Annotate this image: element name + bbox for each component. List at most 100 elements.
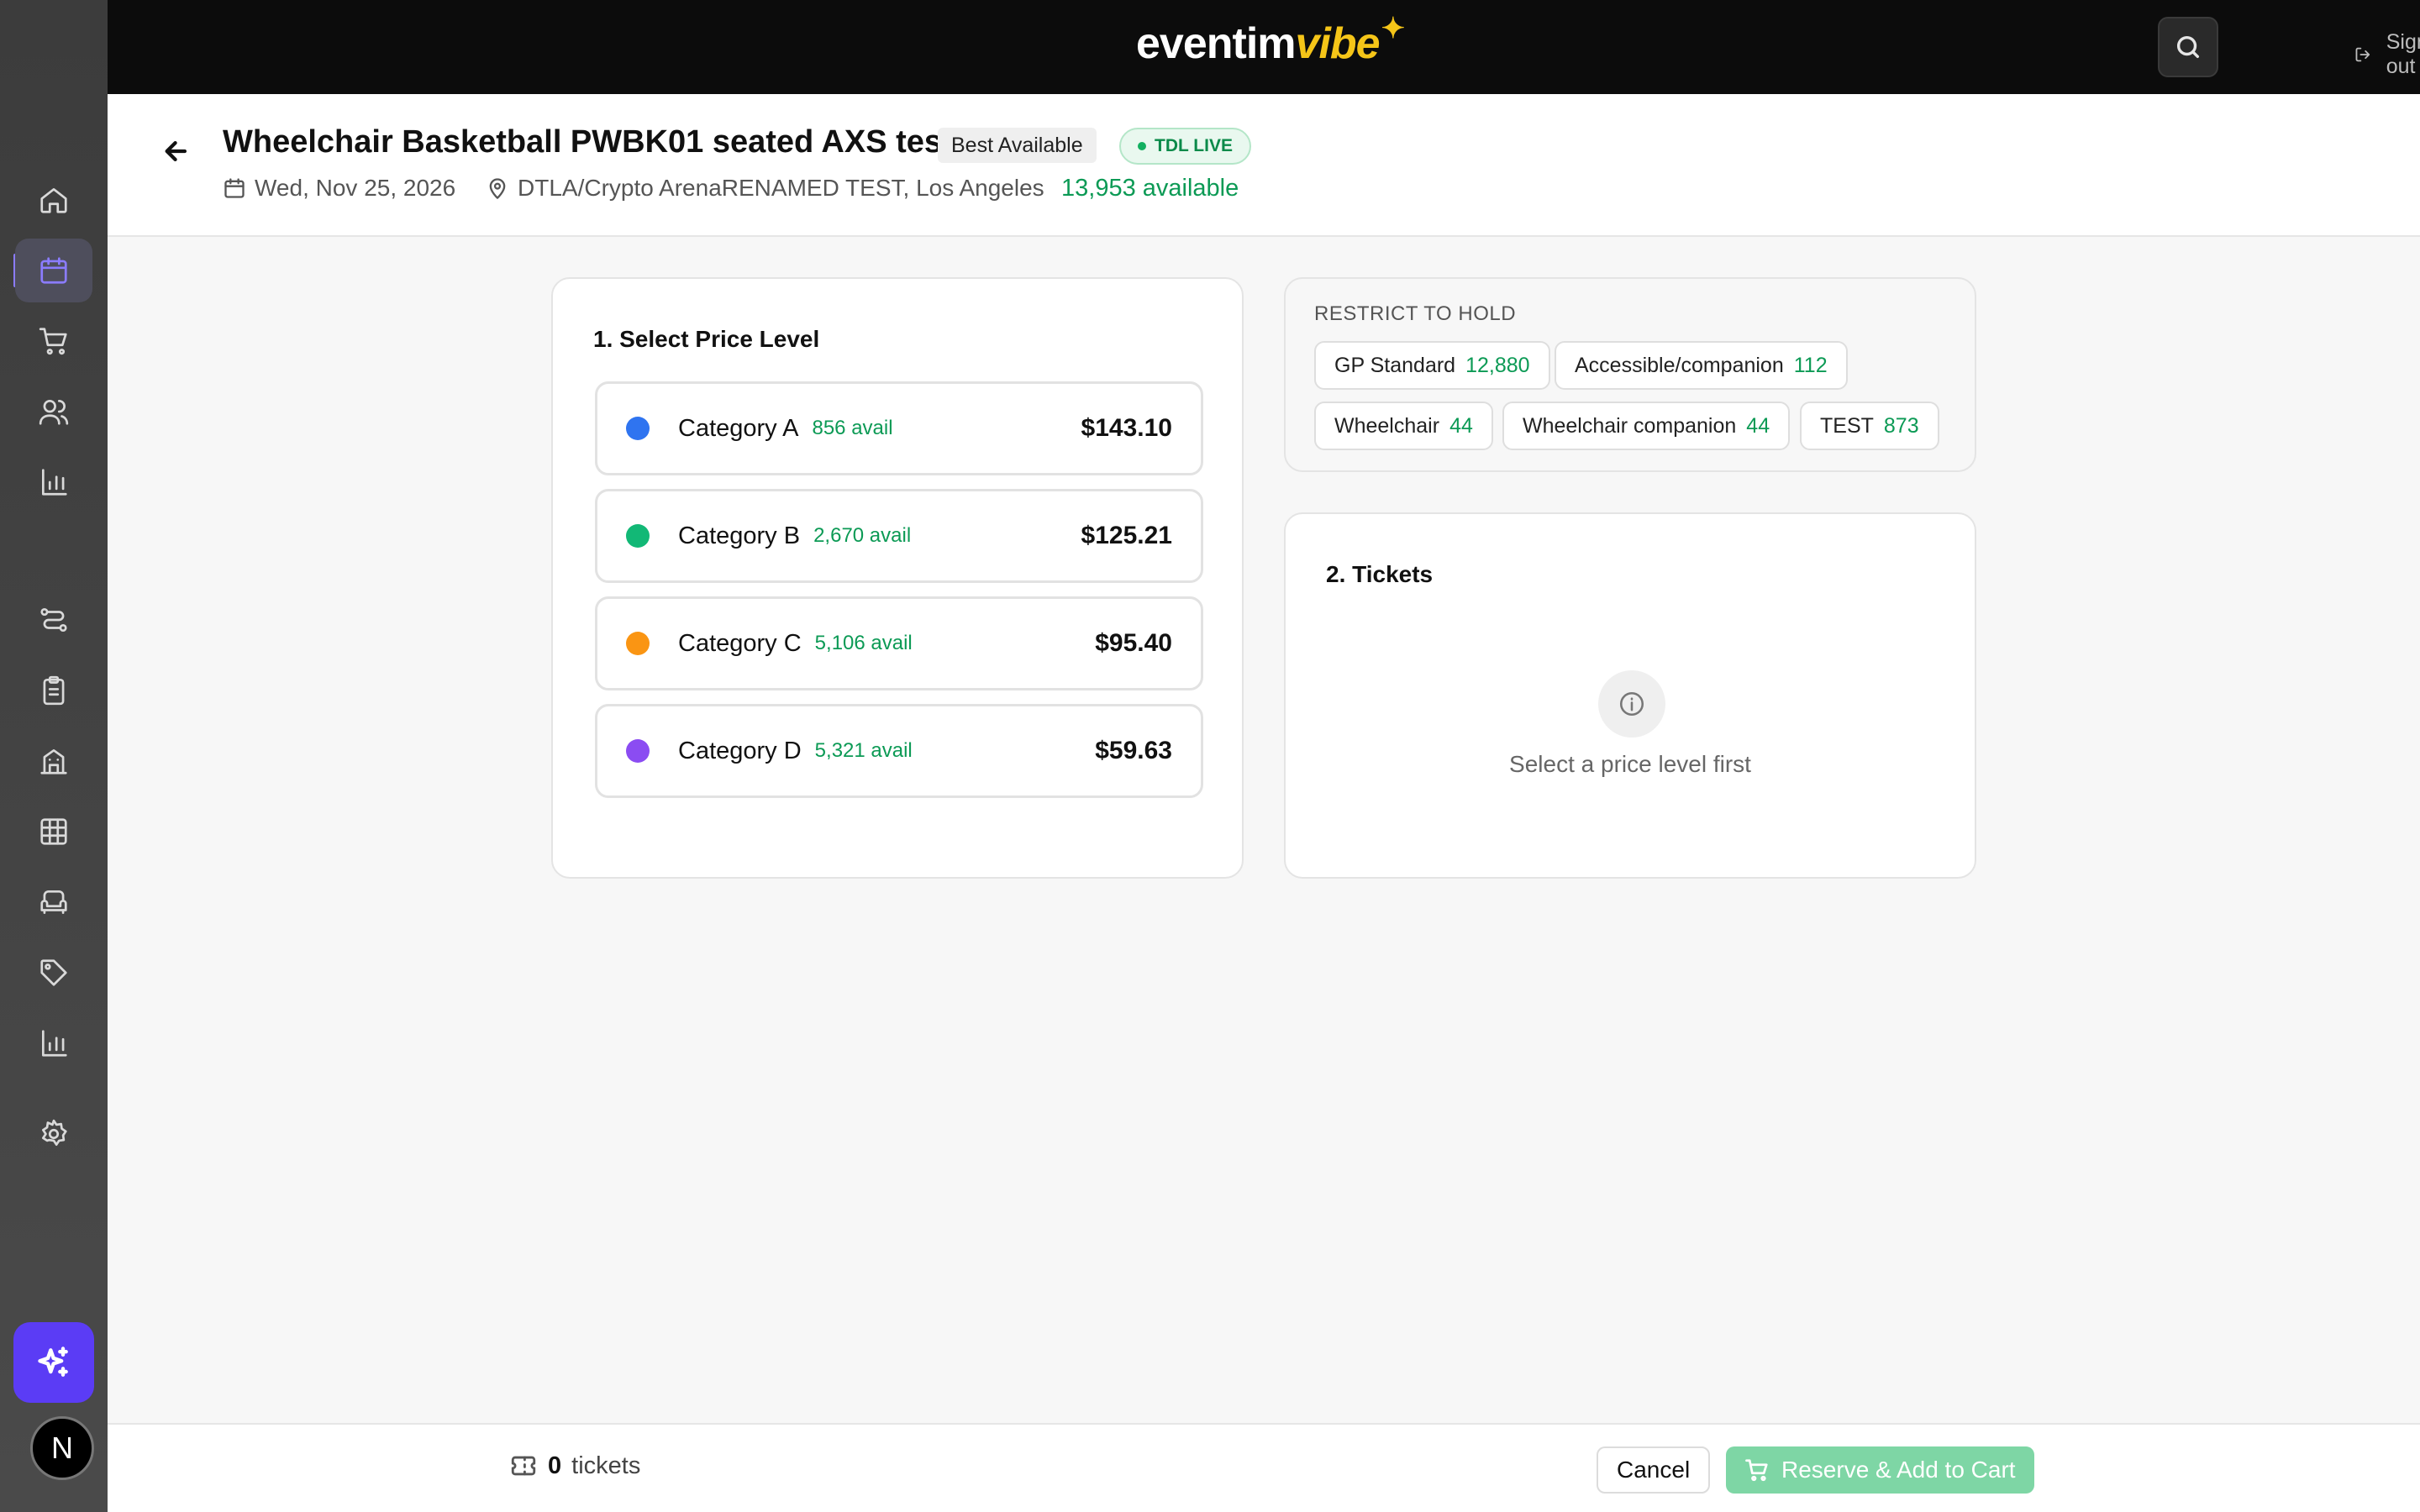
logo-star-icon: ✦	[1381, 13, 1405, 45]
hold-chip[interactable]: TEST 873	[1800, 402, 1939, 450]
tickets-card: 2. Tickets Select a price level first	[1284, 512, 1976, 879]
price-level-title: 1. Select Price Level	[593, 326, 820, 352]
event-venue-text: DTLA/Crypto ArenaRENAMED TEST, Los Angel…	[518, 175, 1044, 201]
category-availability: 856 avail	[812, 417, 893, 439]
hold-chip-count: 44	[1449, 413, 1473, 438]
search-button[interactable]	[2158, 17, 2218, 77]
sidebar-item-venues[interactable]	[15, 729, 92, 793]
status-badge: TDL LIVE	[1119, 128, 1251, 165]
cart-icon	[1745, 1459, 1768, 1482]
reserve-add-to-cart-button[interactable]: Reserve & Add to Cart	[1726, 1446, 2034, 1494]
hold-label: RESTRICT TO HOLD	[1314, 302, 1517, 325]
cancel-button[interactable]: Cancel	[1597, 1446, 1711, 1494]
hold-restriction-card: RESTRICT TO HOLD GP Standard 12,880 Acce…	[1284, 277, 1976, 472]
sparkles-icon	[38, 1347, 68, 1377]
ticket-count-label: tickets	[571, 1452, 641, 1479]
calendar-icon	[40, 257, 67, 284]
home-icon	[40, 187, 67, 213]
sidebar-item-seat-maps[interactable]	[15, 800, 92, 864]
event-venue: DTLA/Crypto ArenaRENAMED TEST, Los Angel…	[486, 175, 1044, 202]
sidebar-item-events[interactable]	[15, 239, 92, 302]
ticket-counter: 0 tickets	[509, 1452, 640, 1480]
event-header: Wheelchair Basketball PWBK01 seated AXS …	[108, 94, 2420, 237]
category-price: $95.40	[1095, 629, 1172, 657]
category-name: Category A	[678, 414, 799, 442]
sidebar-item-analytics[interactable]	[15, 1011, 92, 1075]
sidebar-item-home[interactable]	[15, 168, 92, 232]
top-bar: eventimvibe✦ Sign out	[108, 0, 2420, 94]
page-title: Wheelchair Basketball PWBK01 seated AXS …	[223, 124, 953, 160]
category-color-dot	[626, 739, 650, 763]
avatar-initial: N	[51, 1431, 73, 1465]
sidebar-item-pricing[interactable]	[15, 941, 92, 1005]
users-icon	[39, 399, 69, 425]
grid-icon	[40, 818, 67, 845]
category-availability: 5,321 avail	[814, 739, 913, 762]
sidebar-item-orders[interactable]	[15, 659, 92, 722]
tag-icon	[40, 959, 67, 986]
info-icon	[1598, 670, 1665, 738]
hold-chip[interactable]: Wheelchair 44	[1314, 402, 1493, 450]
price-level-option[interactable]: Category B 2,670 avail $125.21	[595, 489, 1203, 583]
hold-chip[interactable]: GP Standard 12,880	[1314, 341, 1550, 390]
ticket-count-value: 0	[548, 1452, 562, 1479]
logo-text-primary: eventim	[1136, 19, 1297, 68]
tickets-empty-message: Select a price level first	[1509, 751, 1751, 777]
arrow-left-icon	[165, 140, 187, 162]
hold-chip-name: Wheelchair companion	[1523, 413, 1737, 438]
hold-chip-name: TEST	[1820, 413, 1874, 438]
price-level-option[interactable]: Category A 856 avail $143.10	[595, 381, 1203, 475]
info-glyph	[1619, 691, 1644, 717]
category-name: Category C	[678, 629, 802, 657]
sofa-icon	[40, 890, 67, 915]
logo[interactable]: eventim vibe ✦	[1136, 13, 1405, 69]
category-color-dot	[626, 417, 650, 440]
sidebar-item-reports[interactable]	[15, 450, 92, 514]
category-color-dot	[626, 632, 650, 655]
back-button[interactable]	[156, 131, 197, 171]
hold-chip[interactable]: Wheelchair companion 44	[1502, 402, 1791, 450]
hold-chip-name: GP Standard	[1334, 353, 1456, 377]
sign-out-label: Sign out	[2386, 30, 2420, 78]
sidebar-item-customers[interactable]	[15, 380, 92, 444]
sign-out-button[interactable]: Sign out	[2354, 30, 2420, 79]
avatar[interactable]: N	[30, 1416, 94, 1480]
log-out-icon	[2355, 47, 2370, 62]
bar-chart-icon	[41, 469, 67, 496]
ai-assistant-button[interactable]	[13, 1322, 94, 1403]
price-level-option[interactable]: Category C 5,106 avail $95.40	[595, 596, 1203, 690]
hold-chip-name: Accessible/companion	[1575, 353, 1784, 377]
hold-chip-count: 44	[1746, 413, 1770, 438]
route-icon	[40, 607, 67, 633]
price-level-option[interactable]: Category D 5,321 avail $59.63	[595, 704, 1203, 798]
category-availability: 5,106 avail	[814, 632, 913, 654]
sidebar-item-flows[interactable]	[15, 588, 92, 652]
search-icon	[2176, 35, 2200, 59]
sidebar-item-seating[interactable]	[15, 870, 92, 934]
bar-chart-icon	[41, 1030, 67, 1057]
reserve-button-label: Reserve & Add to Cart	[1781, 1457, 2016, 1483]
sidebar: N	[0, 0, 108, 1512]
price-level-card: 1. Select Price Level Category A 856 ava…	[551, 277, 1244, 879]
gear-icon	[41, 1119, 67, 1147]
hold-chip[interactable]: Accessible/companion 112	[1555, 341, 1848, 390]
bottom-action-bar: 0 tickets Cancel Reserve & Add to Cart	[108, 1423, 2420, 1512]
event-date: Wed, Nov 25, 2026	[223, 175, 455, 202]
sidebar-item-settings[interactable]	[15, 1102, 92, 1166]
hold-chip-name: Wheelchair	[1334, 413, 1440, 438]
hold-chip-count: 873	[1883, 413, 1919, 438]
clipboard-icon	[43, 675, 65, 706]
hold-chip-count: 112	[1793, 353, 1828, 377]
event-date-text: Wed, Nov 25, 2026	[255, 175, 456, 201]
tickets-title: 2. Tickets	[1326, 561, 1434, 587]
cart-icon	[39, 328, 67, 355]
category-price: $59.63	[1095, 737, 1172, 764]
availability-count: 13,953 available	[1061, 175, 1239, 202]
category-price: $125.21	[1081, 522, 1172, 549]
category-price: $143.10	[1081, 414, 1172, 442]
category-name: Category D	[678, 737, 802, 764]
ticket-icon	[511, 1456, 536, 1476]
calendar-icon	[224, 178, 245, 198]
live-dot-icon	[1138, 142, 1146, 150]
sidebar-item-cart[interactable]	[15, 309, 92, 373]
